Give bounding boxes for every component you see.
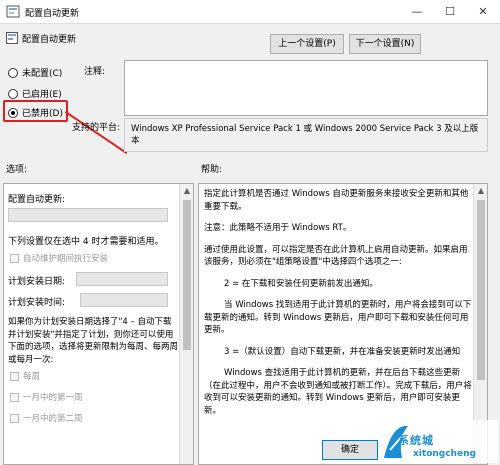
help-paragraph: Windows 查找适用于此计算机的更新，并在后台下载这些更新（在此过程中，用户… xyxy=(204,368,472,416)
help-paragraph: 当 Windows 找到适用于此计算机的更新时，用户将会接到可以下载更新的通知。… xyxy=(204,300,472,335)
scroll-up-icon[interactable]: ▲ xyxy=(474,184,487,198)
help-label: 帮助: xyxy=(201,165,223,175)
comment-label: 注释: xyxy=(84,67,106,77)
previous-setting-button[interactable]: 上一个设置(P) xyxy=(270,34,344,54)
help-paragraph: 注意：此策略不适用于 Windows RT。 xyxy=(204,223,352,233)
install-time-dropdown[interactable] xyxy=(80,293,168,307)
supported-on-label: 支持的平台: xyxy=(72,123,121,133)
checkbox-box xyxy=(10,392,19,402)
radio-dot xyxy=(8,88,18,99)
checkbox-label: 一月中的第一周 xyxy=(23,393,83,403)
checkbox-label: 自动维护期间执行安装 xyxy=(23,254,109,264)
install-day-dropdown[interactable] xyxy=(76,272,168,286)
schedule-description: 如果你为计划安装日期选择了"4 – 自动下载 并计划安装"并指定了计划，则你还可… xyxy=(8,316,183,366)
radio-not-configured[interactable]: 未配置(C) xyxy=(8,66,62,79)
second-week-checkbox[interactable]: 一月中的第二周 xyxy=(10,412,83,424)
help-text: 指定此计算机是否通过 Windows 自动更新服务来接收安全更新和其他重要下载。… xyxy=(204,188,472,417)
maintenance-install-checkbox[interactable]: 自动维护期间执行安装 xyxy=(10,252,108,264)
help-paragraph: 指定此计算机是否通过 Windows 自动更新服务来接收安全更新和其他重要下载。 xyxy=(204,189,469,212)
description-line: 下面的选项，选择将更新限制为每周、每两周 xyxy=(8,342,179,352)
highlight-box xyxy=(3,100,68,122)
install-day-label: 计划安装日期: xyxy=(8,277,66,287)
watermark-text: 系统城 xyxy=(398,434,434,447)
options-scrollbar[interactable]: ▲ xyxy=(179,184,193,464)
radio-dot xyxy=(8,67,18,78)
policy-app-icon xyxy=(6,5,20,18)
title-bar: 配置自动更新 — ☐ ✕ xyxy=(0,0,500,24)
description-line: 如果你为计划安装日期选择了"4 – 自动下载 xyxy=(8,317,172,327)
checkbox-label: 每周 xyxy=(23,372,41,382)
help-paragraph: 3 =（默认设置）自动下载更新，并在准备安装更新时发出通知 xyxy=(224,346,461,357)
help-paragraph: 2 = 在下载和安装任何更新前发出通知。 xyxy=(224,278,378,289)
help-paragraph: 通过使用此设置，可以指定是否在此计算机上启用自动更新。如果启用该服务，则必须在"… xyxy=(204,244,468,268)
watermark-url: xitongcheng xyxy=(413,449,476,459)
supported-platforms-value: Windows XP Professional Service Pack 1 或… xyxy=(131,124,479,146)
scroll-up-icon[interactable]: ▲ xyxy=(180,184,193,198)
options-label: 选项: xyxy=(6,165,28,175)
scroll-thumb[interactable] xyxy=(477,200,485,380)
configure-update-label: 配置自动更新: xyxy=(8,195,66,205)
close-icon[interactable]: ✕ xyxy=(474,3,492,21)
minimize-icon[interactable]: — xyxy=(408,3,426,21)
policy-setting-icon xyxy=(6,32,18,44)
description-line: 并计划安装"并指定了计划，则你还可以使用 xyxy=(8,329,174,340)
options-note: 下列设置仅在选中 4 时才需要和适用。 xyxy=(8,237,164,247)
description-line: 或每月一次: xyxy=(8,354,54,365)
ok-button[interactable]: 确定 xyxy=(322,440,378,460)
scroll-thumb[interactable] xyxy=(183,200,191,350)
configure-update-dropdown[interactable] xyxy=(8,208,168,222)
checkbox-box xyxy=(10,371,19,381)
radio-label: 未配置(C) xyxy=(22,69,63,79)
radio-label: 已启用(E) xyxy=(22,90,62,100)
supported-platforms-box: Windows XP Professional Service Pack 1 或… xyxy=(124,118,488,152)
window-title: 配置自动更新 xyxy=(25,9,80,19)
maximize-icon[interactable]: ☐ xyxy=(441,3,459,21)
next-setting-button[interactable]: 下一个设置(N) xyxy=(349,34,421,54)
checkbox-box xyxy=(10,413,19,423)
radio-enabled[interactable]: 已启用(E) xyxy=(8,87,62,100)
checkbox-box xyxy=(10,253,19,263)
comment-textarea[interactable] xyxy=(124,60,488,116)
every-week-checkbox[interactable]: 每周 xyxy=(10,370,40,382)
first-week-checkbox[interactable]: 一月中的第一周 xyxy=(10,391,83,403)
install-time-label: 计划安装时间: xyxy=(8,298,66,308)
options-panel[interactable]: 配置自动更新: 下列设置仅在选中 4 时才需要和适用。 自动维护期间执行安装 计… xyxy=(3,183,194,465)
setting-title: 配置自动更新 xyxy=(22,35,77,45)
checkbox-label: 一月中的第二周 xyxy=(23,414,83,424)
